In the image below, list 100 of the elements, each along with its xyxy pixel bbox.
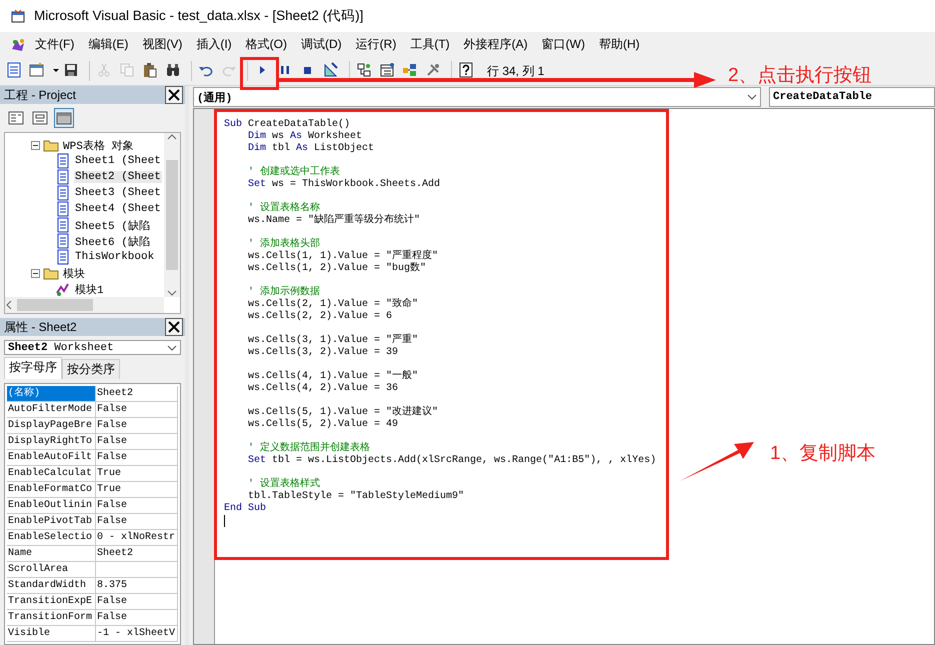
horizontal-scrollbar[interactable] (5, 297, 164, 313)
code-line: Set tbl = ws.ListObjects.Add(xlSrcRange, ws.Range("A1:B5"), , xlYes) (247, 455, 656, 467)
property-value[interactable]: 0 - xlNoRestr (96, 530, 178, 545)
chevron-icon (747, 93, 757, 101)
code-line: ws.Cells(4, 2).Value = 36 (247, 383, 400, 395)
help-icon[interactable] (458, 62, 474, 78)
property-name[interactable]: EnableAutoFilt (7, 450, 96, 465)
property-name[interactable]: ScrollArea (7, 562, 96, 577)
binoculars-icon[interactable] (165, 62, 181, 78)
cursor-position: 行 34, 列 1 (487, 62, 544, 80)
text-cursor (224, 515, 225, 527)
property-value[interactable]: False (96, 514, 178, 529)
menu-item[interactable]: 帮助(H) (594, 34, 645, 55)
scroll-up-icon[interactable] (167, 133, 177, 141)
property-name[interactable]: EnableFormatCo (7, 482, 96, 497)
panel-title: 属性 - Sheet2 (4, 318, 77, 336)
document-icon[interactable] (6, 62, 22, 78)
folder-button[interactable] (54, 108, 74, 128)
tab[interactable]: 按字母序 (4, 357, 62, 379)
code-line: ' 设置表格名称 (247, 203, 320, 214)
property-value[interactable]: False (96, 610, 178, 625)
property-name[interactable]: AutoFilterMode (7, 402, 96, 417)
menu-item[interactable]: 工具(T) (405, 34, 455, 55)
property-value[interactable]: Sheet2 (96, 546, 178, 561)
collapse-icon[interactable] (31, 268, 40, 278)
property-value[interactable]: False (96, 498, 178, 513)
collapse-icon[interactable] (31, 140, 40, 150)
property-name[interactable]: (名称) (7, 386, 96, 401)
object-dropdown[interactable]: Sheet2 Worksheet (4, 340, 181, 355)
tree-item[interactable]: Sheet4 (Sheet (74, 203, 162, 215)
menu-item[interactable]: 窗口(W) (536, 34, 590, 55)
scrollbar-thumb[interactable] (166, 160, 178, 270)
menu-item[interactable]: 外接程序(A) (458, 34, 533, 55)
scroll-left-icon[interactable] (5, 300, 13, 310)
tree-item[interactable]: Sheet3 (Sheet (74, 187, 162, 199)
property-name[interactable]: Visible (7, 626, 96, 641)
property-value[interactable]: False (96, 402, 178, 417)
property-name[interactable]: EnableCalculat (7, 466, 96, 481)
close-button[interactable] (165, 318, 183, 336)
tree-item[interactable]: Sheet5 (缺陷 (74, 218, 151, 232)
tree-item[interactable]: Sheet1 (Sheet (74, 155, 162, 167)
properties-icon[interactable] (379, 62, 395, 78)
tree-item[interactable]: 模块 (62, 266, 86, 280)
document-icon (55, 169, 71, 185)
property-name[interactable]: StandardWidth (7, 578, 96, 593)
toolbox-icon[interactable] (425, 62, 441, 78)
property-value[interactable]: 8.375 (96, 578, 178, 593)
menu-item[interactable]: 文件(F) (30, 34, 80, 55)
property-name[interactable]: TransitionExpE (7, 594, 96, 609)
menu-item[interactable]: 调试(D) (296, 34, 347, 55)
tree-item[interactable]: Sheet6 (缺陷 (74, 234, 151, 248)
property-value[interactable]: True (96, 482, 178, 497)
property-name[interactable]: TransitionForm (7, 610, 96, 625)
form-icon[interactable] (29, 62, 45, 78)
property-name[interactable]: DisplayRightTo (7, 434, 96, 449)
menu-item[interactable]: 插入(I) (191, 34, 237, 55)
code-line: ws.Cells(1, 2).Value = "bug数" (247, 263, 428, 275)
property-name[interactable]: Name (7, 546, 96, 561)
property-value[interactable]: -1 - xlSheetV (96, 626, 178, 641)
menu-item[interactable]: 运行(R) (350, 34, 402, 55)
tree-item[interactable]: WPS表格 对象 (62, 138, 134, 152)
code-line: ' 添加表格头部 (247, 239, 322, 250)
property-name[interactable]: EnableOutlinin (7, 498, 96, 513)
scroll-down-icon[interactable] (167, 289, 177, 297)
app-icon (10, 8, 26, 24)
document-icon (55, 153, 71, 169)
code-line: ws.Name = "缺陷严重等级分布统计" (247, 215, 422, 227)
tree-item[interactable]: ThisWorkbook (74, 251, 156, 263)
close-button[interactable] (165, 86, 183, 104)
property-value[interactable]: Sheet2 (96, 386, 178, 401)
project-explorer-icon[interactable] (356, 62, 372, 78)
object-browser-icon[interactable] (402, 62, 418, 78)
vertical-scrollbar[interactable] (164, 133, 180, 297)
tree-item[interactable]: 模块1 (74, 282, 105, 296)
menu-item[interactable]: 视图(V) (137, 34, 188, 55)
chevron-icon (167, 344, 177, 352)
document-icon (55, 185, 71, 201)
property-value[interactable]: False (96, 594, 178, 609)
object-dropdown[interactable]: (通用) (193, 87, 761, 107)
procedure-dropdown[interactable]: CreateDataTable (769, 87, 935, 107)
property-value[interactable]: False (96, 434, 178, 449)
save-icon[interactable] (63, 62, 79, 78)
property-value[interactable]: False (96, 450, 178, 465)
property-name[interactable]: DisplayPageBre (7, 418, 96, 433)
clipboard-icon[interactable] (142, 62, 158, 78)
property-name[interactable]: EnablePivotTab (7, 514, 96, 529)
property-name[interactable]: EnableSelectio (7, 530, 96, 545)
tree-item[interactable]: Sheet2 (Sheet (74, 171, 162, 183)
panel-title: 工程 - Project (4, 86, 76, 104)
tab[interactable]: 按分类序 (62, 359, 120, 379)
property-value[interactable]: False (96, 418, 178, 433)
scrollbar-thumb[interactable] (17, 299, 93, 311)
annotation-text: 2、点击执行按钮 (728, 66, 872, 85)
menu-item[interactable]: 编辑(E) (83, 34, 134, 55)
menu-item[interactable]: 格式(O) (240, 34, 292, 55)
code-line: Sub CreateDataTable() (224, 119, 352, 130)
code-line: ws.Cells(2, 2).Value = 6 (247, 311, 394, 323)
code-line: ws.Cells(1, 1).Value = "严重程度" (247, 251, 440, 262)
code-line: ' 创建或选中工作表 (247, 167, 342, 178)
property-value[interactable]: True (96, 466, 178, 481)
